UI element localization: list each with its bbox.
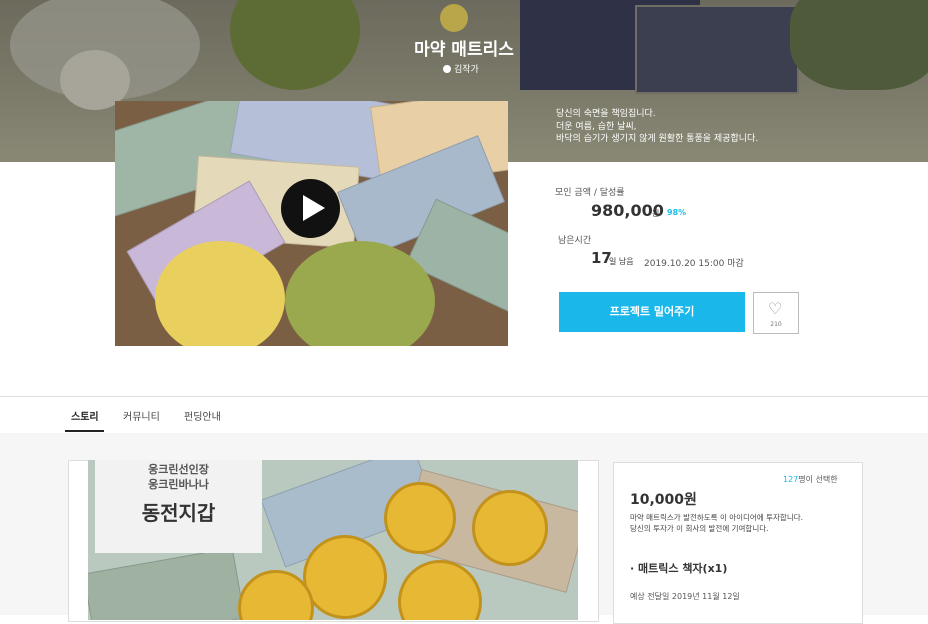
reward-shipping-date: 예상 전달일 2019년 11월 12일 bbox=[630, 592, 740, 601]
deadline-date: 2019.10.20 15:00 마감 bbox=[644, 259, 744, 269]
reward-item: · 매트릭스 책자(x1) bbox=[630, 562, 728, 575]
tab-bar: 스토리 커뮤니티 펀딩안내 bbox=[0, 396, 928, 434]
coin-icon bbox=[303, 535, 387, 619]
story-subtitle: 웅크린선인장 웅크린바나나 bbox=[95, 462, 262, 492]
hero-illustration-moon bbox=[440, 4, 468, 32]
reward-selected-count: 127명이 선택한 bbox=[783, 474, 838, 485]
project-author[interactable]: 김작가 bbox=[443, 62, 479, 75]
active-tab-indicator bbox=[65, 430, 104, 432]
achievement-percent: 98% bbox=[667, 208, 687, 217]
project-title: 마약 매트리스 bbox=[414, 40, 514, 60]
reward-count-suffix: 명이 선택한 bbox=[798, 475, 838, 484]
tab-funding-info[interactable]: 펀딩안내 bbox=[184, 408, 221, 423]
like-button[interactable]: ♡ 210 bbox=[753, 292, 799, 334]
raised-unit: 원 bbox=[652, 209, 660, 218]
reward-description-line: 마약 매트릭스가 발전하도록 이 아이디어에 투자합니다. bbox=[630, 513, 804, 522]
remaining-label: 남은시간 bbox=[558, 236, 592, 246]
like-count: 210 bbox=[770, 321, 782, 328]
story-subtitle-line: 웅크린바나나 bbox=[148, 478, 209, 491]
heart-icon: ♡ bbox=[768, 299, 783, 318]
coin-icon bbox=[398, 560, 482, 620]
story-subtitle-line: 웅크린선인장 bbox=[148, 463, 209, 476]
play-button-icon[interactable] bbox=[281, 179, 340, 238]
reward-description: 마약 매트릭스가 발전하도록 이 아이디어에 투자합니다. 당신의 투자가 이 … bbox=[630, 512, 803, 534]
coin-icon bbox=[384, 482, 456, 554]
description-line: 더운 여름, 습한 날씨, bbox=[556, 121, 637, 132]
author-dot-icon bbox=[443, 64, 451, 73]
reward-count-number: 127 bbox=[783, 475, 799, 484]
story-title: 동전지갑 bbox=[141, 501, 216, 525]
author-name: 김작가 bbox=[454, 65, 479, 75]
reward-description-line: 당신의 투자가 이 회사의 발전에 기여합니다. bbox=[630, 524, 769, 533]
video-yellow-pouch bbox=[155, 241, 285, 346]
coin-icon bbox=[472, 490, 548, 566]
tab-story[interactable]: 스토리 bbox=[71, 408, 99, 423]
remaining-days-unit: 일 남음 bbox=[609, 257, 634, 266]
description-line: 당신의 숙면을 책임집니다. bbox=[556, 109, 656, 119]
project-description: 당신의 숙면을 책임집니다. 더운 여름, 습한 날씨, 바닥의 습기가 생기지… bbox=[556, 108, 758, 146]
story-bill bbox=[88, 547, 246, 620]
description-line: 바닥의 습기가 생기지 않게 원활한 통풍을 제공합니다. bbox=[556, 134, 759, 144]
support-project-button[interactable]: 프로젝트 밀어주기 bbox=[559, 292, 745, 332]
raised-label: 모인 금액 / 달성률 bbox=[555, 188, 625, 198]
reward-price: 10,000원 bbox=[630, 492, 697, 508]
tab-community[interactable]: 커뮤니티 bbox=[123, 408, 160, 423]
